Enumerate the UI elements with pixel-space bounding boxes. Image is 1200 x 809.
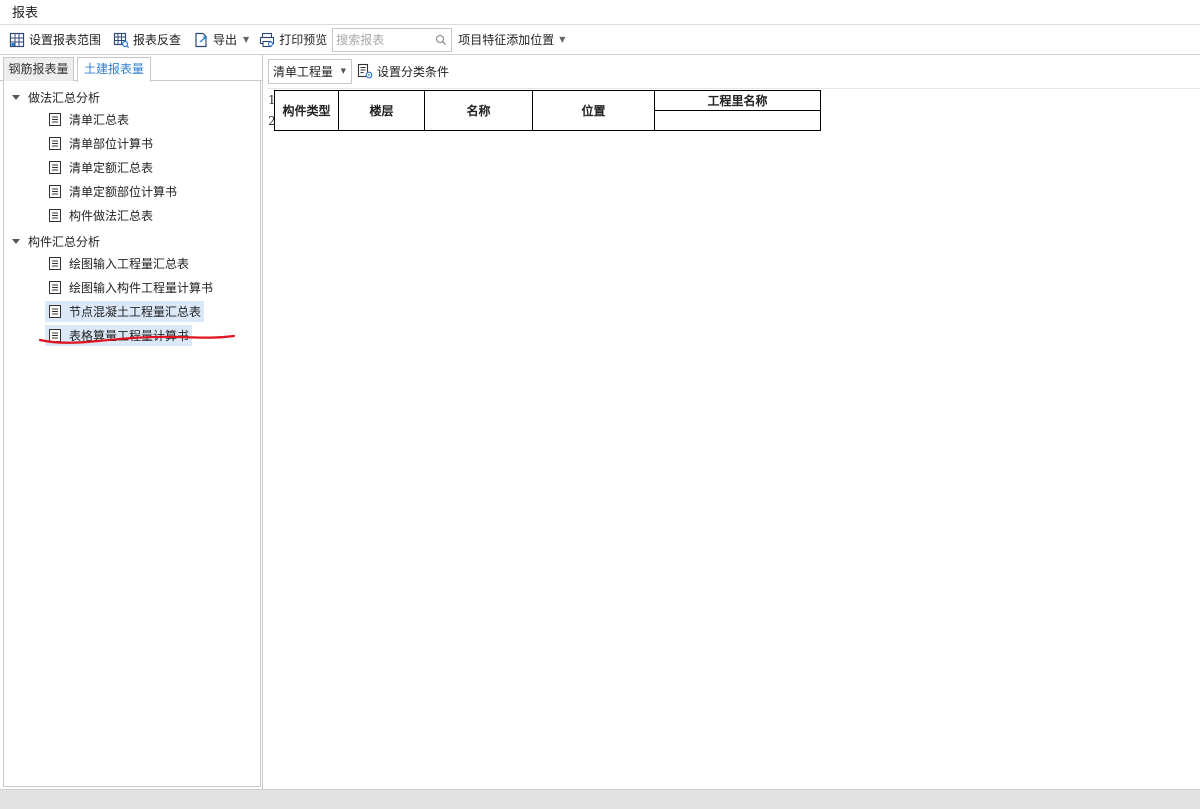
app-window: 报表 设置报表范围 报表反查 导出 ▼ 打印预览 搜索报表 项目特征添加位置 ▼… <box>0 0 1200 809</box>
window-title: 报表 <box>0 0 1200 25</box>
report-check-button[interactable]: 报表反查 <box>110 28 184 52</box>
tree-item-label: 清单定额汇总表 <box>69 161 154 175</box>
tree-item-bill-quota-summary[interactable]: 清单定额汇总表 <box>45 157 156 178</box>
document-icon <box>49 161 61 174</box>
tree-item-label: 清单汇总表 <box>69 113 130 127</box>
tab-civil-report[interactable]: 土建报表量 <box>77 57 151 82</box>
report-subtoolbar: 清单工程量 ▼ 设置分类条件 <box>268 58 449 84</box>
header-quantity-subcell <box>654 110 821 131</box>
tree-item-label: 绘图输入工程量汇总表 <box>69 257 190 271</box>
tree-item-bill-summary[interactable]: 清单汇总表 <box>45 109 132 130</box>
status-bar <box>0 789 1200 809</box>
tree-item-component-method-summary[interactable]: 构件做法汇总表 <box>45 205 156 226</box>
tree-item-label: 构件做法汇总表 <box>69 209 154 223</box>
tree-item-label: 节点混凝土工程量汇总表 <box>69 305 202 319</box>
feature-position-dropdown-icon[interactable]: ▼ <box>559 35 565 44</box>
header-name: 名称 <box>424 90 533 131</box>
report-sheet: 1 2 构件类型 楼层 名称 位置 工程里名称 <box>268 88 1200 789</box>
print-preview-label: 打印预览 <box>279 33 328 47</box>
table-search-icon <box>113 32 130 48</box>
tree-group-component-summary[interactable]: 构件汇总分析 <box>12 231 100 251</box>
toolbar: 设置报表范围 报表反查 导出 ▼ 打印预览 搜索报表 项目特征添加位置 ▼ <box>0 25 1200 55</box>
report-search-input[interactable]: 搜索报表 <box>332 27 453 52</box>
report-view-panel: 清单工程量 ▼ 设置分类条件 1 2 构件类型 楼层 名称 位置 工程里名称 <box>264 55 1200 789</box>
export-icon <box>195 32 207 47</box>
report-type-tabs: 钢筋报表量 土建报表量 <box>0 55 263 82</box>
search-icon[interactable] <box>435 34 447 46</box>
collapse-arrow-icon[interactable] <box>12 238 20 244</box>
set-classification-label: 设置分类条件 <box>377 64 450 79</box>
print-preview-icon <box>260 32 275 47</box>
tree-item-drawing-component-calc[interactable]: 绘图输入构件工程量计算书 <box>45 277 216 298</box>
report-table: 构件类型 楼层 名称 位置 工程里名称 <box>274 90 821 131</box>
set-classification-button[interactable]: 设置分类条件 <box>357 63 449 80</box>
tree-group-label: 构件汇总分析 <box>28 234 101 249</box>
feature-position-label: 项目特征添加位置 <box>458 33 555 47</box>
header-floor: 楼层 <box>338 90 425 131</box>
tree-item-label: 清单部位计算书 <box>69 137 154 151</box>
tree-item-label: 绘图输入构件工程量计算书 <box>69 281 214 295</box>
classification-settings-icon <box>357 63 373 79</box>
export-label: 导出 <box>213 33 238 47</box>
export-dropdown-icon[interactable]: ▼ <box>243 35 249 44</box>
tree-item-label: 清单定额部位计算书 <box>69 185 178 199</box>
document-icon <box>49 185 61 198</box>
header-quantity-name: 工程里名称 <box>654 90 821 111</box>
tree-group-label: 做法汇总分析 <box>28 90 101 105</box>
header-component-type: 构件类型 <box>274 90 339 131</box>
collapse-arrow-icon[interactable] <box>12 94 20 100</box>
document-icon <box>49 257 61 270</box>
chevron-down-icon: ▼ <box>340 67 346 75</box>
document-icon <box>49 305 61 318</box>
quantity-type-value: 清单工程量 <box>273 64 334 79</box>
print-preview-button[interactable]: 打印预览 <box>256 28 330 52</box>
report-tree: 做法汇总分析 清单汇总表 清单部位计算书 清单定额汇总表 清单定额部位计算书 构… <box>3 81 261 787</box>
report-check-label: 报表反查 <box>133 33 182 47</box>
report-tree-panel: 钢筋报表量 土建报表量 做法汇总分析 清单汇总表 清单部位计算书 清单定额汇总表 <box>0 55 263 789</box>
report-search-placeholder: 搜索报表 <box>336 33 385 47</box>
tree-group-method-summary[interactable]: 做法汇总分析 <box>12 87 100 107</box>
red-underline-annotation <box>38 334 236 344</box>
document-icon <box>49 113 61 126</box>
set-report-range-label: 设置报表范围 <box>29 33 102 47</box>
feature-position-button[interactable]: 项目特征添加位置 ▼ <box>455 28 568 52</box>
document-icon <box>49 281 61 294</box>
set-report-range-button[interactable]: 设置报表范围 <box>6 28 104 52</box>
document-icon <box>49 137 61 150</box>
header-position: 位置 <box>532 90 655 131</box>
tree-item-drawing-quantity-summary[interactable]: 绘图输入工程量汇总表 <box>45 253 192 274</box>
export-button[interactable]: 导出 ▼ <box>190 28 252 52</box>
document-icon <box>49 209 61 222</box>
tree-item-bill-part-calc[interactable]: 清单部位计算书 <box>45 133 156 154</box>
tab-rebar-report[interactable]: 钢筋报表量 <box>3 57 74 81</box>
tree-item-bill-quota-part-calc[interactable]: 清单定额部位计算书 <box>45 181 180 202</box>
tree-item-node-concrete-summary[interactable]: 节点混凝土工程量汇总表 <box>45 301 205 322</box>
quantity-type-select[interactable]: 清单工程量 ▼ <box>268 58 352 84</box>
grid-range-icon <box>9 32 25 47</box>
